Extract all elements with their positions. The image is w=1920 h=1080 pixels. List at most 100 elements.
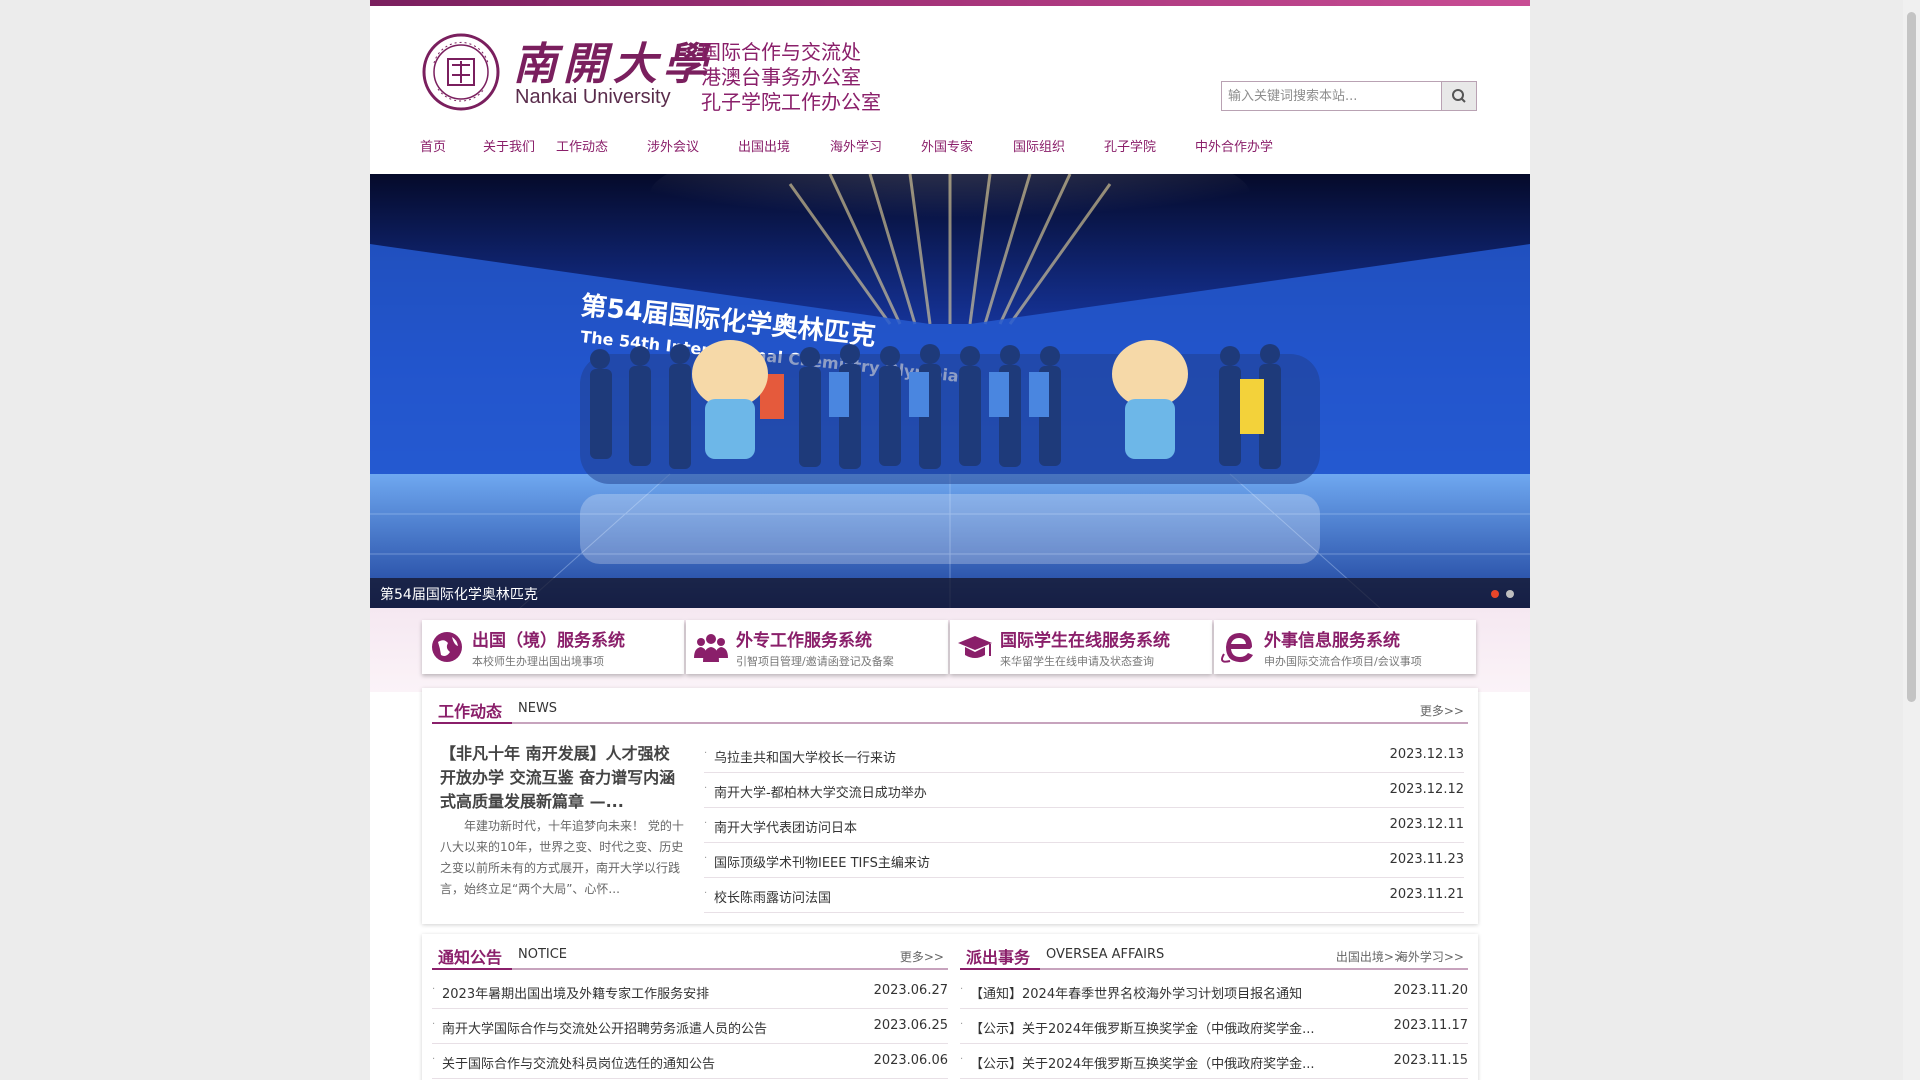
news-item[interactable]: · 乌拉圭共和国大学校长一行来访 2023.12.13 xyxy=(704,738,1464,773)
bullet: · xyxy=(704,853,708,864)
service-foreign-expert-system[interactable]: 外专工作服务系统 引智项目管理/邀请函登记及备案 xyxy=(686,620,948,674)
news-item-title: 乌拉圭共和国大学校长一行来访 xyxy=(714,751,897,766)
notice-header: 通知公告 NOTICE 更多>> xyxy=(432,944,948,970)
notice-item-date: 2023.06.06 xyxy=(873,1053,948,1068)
service-outbound-system[interactable]: 出国（境）服务系统 本校师生办理出国出境事项 xyxy=(422,620,684,674)
search-button[interactable] xyxy=(1441,82,1476,110)
notice-item-title: 关于国际合作与交流处科员岗位选任的通知公告 xyxy=(442,1057,716,1072)
service-intl-student-system[interactable]: 国际学生在线服务系统 来华留学生在线申请及状态查询 xyxy=(950,620,1212,674)
nav-item-study-abroad[interactable]: 海外学习 xyxy=(830,136,882,155)
oversea-item[interactable]: · 【通知】2024年春季世界名校海外学习计划项目报名通知 2023.11.20 xyxy=(960,974,1468,1009)
news-panel: 工作动态 NEWS 更多>> 【非凡十年 南开发展】人才强校 开放办学 交流互鉴… xyxy=(422,688,1478,924)
news-item-date: 2023.12.12 xyxy=(1389,782,1464,797)
oversea-header-underline xyxy=(960,968,1040,970)
service-subtitle: 引智项目管理/邀请函登记及备案 xyxy=(736,655,894,668)
news-item-title: 国际顶级学术刊物IEEE TIFS主编来访 xyxy=(714,856,930,871)
news-item-date: 2023.12.13 xyxy=(1389,747,1464,762)
bullet: · xyxy=(432,1054,436,1065)
news-item-date: 2023.11.21 xyxy=(1389,887,1464,902)
page-scrollbar[interactable] xyxy=(1903,0,1920,1080)
service-title: 国际学生在线服务系统 xyxy=(1000,631,1170,651)
news-item-title: 南开大学-都柏林大学交流日成功举办 xyxy=(714,786,927,801)
university-name-en[interactable]: Nankai University xyxy=(515,86,671,109)
service-systems: 出国（境）服务系统 本校师生办理出国出境事项 外专工作服务系统 引智项目管理/邀… xyxy=(370,608,1530,692)
news-item-title: 校长陈雨露访问法国 xyxy=(714,891,832,906)
news-header: 工作动态 NEWS 更多>> xyxy=(432,698,1468,724)
service-title: 外专工作服务系统 xyxy=(736,631,872,651)
bullet: · xyxy=(432,984,436,995)
news-item-title: 南开大学代表团访问日本 xyxy=(714,821,858,836)
floor-reflection xyxy=(580,494,1320,564)
hero-banner[interactable]: 第54届国际化学奥林匹克 The 54th International Chem… xyxy=(370,174,1530,608)
nav-item-intl-orgs[interactable]: 国际组织 xyxy=(1013,136,1065,155)
search-input[interactable] xyxy=(1222,82,1448,110)
search-icon xyxy=(1452,89,1466,103)
nav-item-confucius[interactable]: 孔子学院 xyxy=(1104,136,1156,155)
university-seal-logo[interactable] xyxy=(422,33,500,111)
slide-dot-1[interactable] xyxy=(1491,590,1499,598)
notice-item[interactable]: · 关于国际合作与交流处科员岗位选任的通知公告 2023.06.06 xyxy=(432,1044,948,1079)
university-name-cn[interactable]: 南開大學 xyxy=(513,28,713,92)
service-title: 外事信息服务系统 xyxy=(1264,631,1400,651)
notice-header-underline xyxy=(432,968,512,970)
nav-item-about[interactable]: 关于我们 xyxy=(483,136,535,155)
news-item-date: 2023.11.23 xyxy=(1389,852,1464,867)
banner-caption[interactable]: 第54届国际化学奥林匹克 xyxy=(380,584,538,604)
search-box xyxy=(1221,81,1477,111)
news-item[interactable]: · 校长陈雨露访问法国 2023.11.21 xyxy=(704,878,1464,913)
news-item[interactable]: · 南开大学代表团访问日本 2023.12.11 xyxy=(704,808,1464,843)
page: 南開大學 Nankai University 国际合作与交流处 港澳台事务办公室… xyxy=(370,0,1530,1080)
globe-icon xyxy=(432,632,462,662)
news-title-cn[interactable]: 工作动态 xyxy=(438,698,502,722)
news-item[interactable]: · 国际顶级学术刊物IEEE TIFS主编来访 2023.11.23 xyxy=(704,843,1464,878)
study-abroad-link[interactable]: 海外学习>> xyxy=(1396,948,1464,965)
nav-item-outbound[interactable]: 出国出境 xyxy=(738,136,790,155)
notice-item-title: 南开大学国际合作与交流处公开招聘劳务派遣人员的公告 xyxy=(442,1022,768,1037)
notice-title-en: NOTICE xyxy=(518,947,568,962)
bullet: · xyxy=(704,748,708,759)
bullet: · xyxy=(704,888,708,899)
nav-item-foreign-experts[interactable]: 外国专家 xyxy=(921,136,973,155)
notice-item-date: 2023.06.25 xyxy=(873,1018,948,1033)
outbound-link[interactable]: 出国出境>> xyxy=(1336,948,1404,965)
notice-title-cn[interactable]: 通知公告 xyxy=(438,944,502,968)
nav-item-home[interactable]: 首页 xyxy=(420,136,446,155)
browser-e-icon xyxy=(1221,633,1253,663)
notice-oversea-panel: 通知公告 NOTICE 更多>> · 2023年暑期出国出境及外籍专家工作服务安… xyxy=(422,934,1478,1080)
service-title: 出国（境）服务系统 xyxy=(472,631,625,651)
news-feature-title[interactable]: 【非凡十年 南开发展】人才强校 开放办学 交流互鉴 奋力谱写内涵式高质量发展新篇… xyxy=(440,742,688,814)
news-title-en: NEWS xyxy=(518,701,558,716)
notice-item-title: 2023年暑期出国出境及外籍专家工作服务安排 xyxy=(442,987,710,1002)
service-foreign-affairs-info-system[interactable]: 外事信息服务系统 申办国际交流合作项目/会议事项 xyxy=(1214,620,1476,674)
oversea-header: 派出事务 OVERSEA AFFAIRS 出国出境>> 海外学习>> xyxy=(960,944,1468,970)
bullet: · xyxy=(960,984,964,995)
graduation-cap-icon xyxy=(958,636,992,658)
oversea-item-title: 【公示】关于2024年俄罗斯互换奖学金（中俄政府奖学金... xyxy=(970,1057,1315,1072)
bullet: · xyxy=(960,1019,964,1030)
office-name-3: 孔子学院工作办公室 xyxy=(701,90,881,114)
nav-item-joint-programs[interactable]: 中外合作办学 xyxy=(1195,136,1273,155)
nav-item-conferences[interactable]: 涉外会议 xyxy=(647,136,699,155)
nav-item-work-news[interactable]: 工作动态 xyxy=(556,136,608,155)
scrollbar-thumb[interactable] xyxy=(1907,12,1916,702)
news-feature-summary: 年建功新时代，十年追梦向未来！ 党的十八大以来的10年，世界之变、时代之变、历史… xyxy=(440,819,684,896)
oversea-item[interactable]: · 【公示】关于2024年俄罗斯互换奖学金（中俄政府奖学金... 2023.11… xyxy=(960,1044,1468,1079)
bullet: · xyxy=(432,1019,436,1030)
notice-item[interactable]: · 2023年暑期出国出境及外籍专家工作服务安排 2023.06.27 xyxy=(432,974,948,1009)
oversea-item[interactable]: · 【公示】关于2024年俄罗斯互换奖学金（中俄政府奖学金... 2023.11… xyxy=(960,1009,1468,1044)
oversea-item-title: 【通知】2024年春季世界名校海外学习计划项目报名通知 xyxy=(970,987,1303,1002)
bullet: · xyxy=(704,783,708,794)
oversea-item-title: 【公示】关于2024年俄罗斯互换奖学金（中俄政府奖学金... xyxy=(970,1022,1315,1037)
banner-photo: 第54届国际化学奥林匹克 The 54th International Chem… xyxy=(370,174,1530,608)
notice-item[interactable]: · 南开大学国际合作与交流处公开招聘劳务派遣人员的公告 2023.06.25 xyxy=(432,1009,948,1044)
news-more-link[interactable]: 更多>> xyxy=(1420,702,1464,719)
service-subtitle: 来华留学生在线申请及状态查询 xyxy=(1000,655,1154,668)
notice-more-link[interactable]: 更多>> xyxy=(900,948,944,965)
top-accent-bar xyxy=(370,0,1530,6)
oversea-title-en: OVERSEA AFFAIRS xyxy=(1046,947,1165,962)
crowd xyxy=(580,340,1320,484)
slide-dot-2[interactable] xyxy=(1506,590,1514,598)
news-item[interactable]: · 南开大学-都柏林大学交流日成功举办 2023.12.12 xyxy=(704,773,1464,808)
oversea-title-cn[interactable]: 派出事务 xyxy=(966,944,1030,968)
bullet: · xyxy=(960,1054,964,1065)
